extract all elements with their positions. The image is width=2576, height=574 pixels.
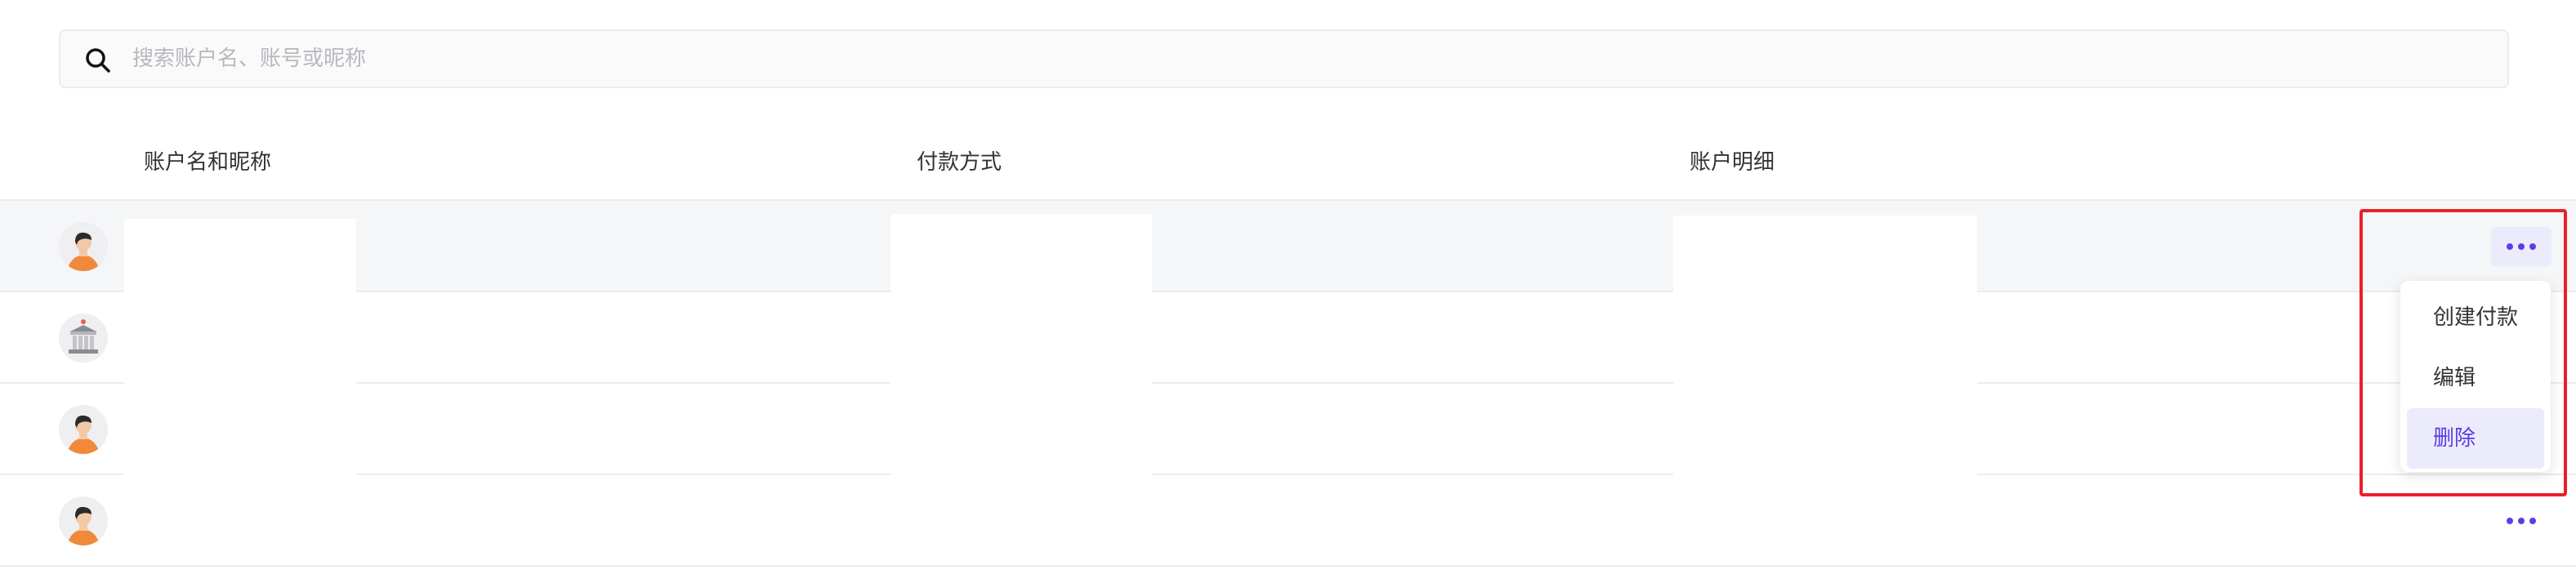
person-avatar-icon [59,405,108,454]
account-name-cell [124,384,356,475]
table-row[interactable] [0,292,2576,384]
search-bar[interactable] [59,29,2509,88]
column-header-detail: 账户明细 [1690,150,1775,175]
menu-item-edit[interactable]: 编辑 [2407,348,2544,408]
table-row[interactable] [0,201,2576,310]
more-dot [2507,243,2513,250]
more-dot [2518,518,2525,524]
payment-method-cell [891,384,1152,475]
column-header-payment: 付款方式 [917,150,1002,175]
person-avatar-icon [59,496,108,545]
more-actions-button[interactable] [2491,227,2551,266]
table-header: 账户名和昵称 付款方式 账户明细 [0,121,2576,201]
row-actions-menu: 创建付款 编辑 删除 [2400,281,2551,472]
more-dot [2529,243,2536,250]
table-row[interactable] [0,475,2576,567]
person-avatar-icon [59,222,108,271]
more-dot [2529,518,2536,524]
column-header-name: 账户名和昵称 [144,150,272,175]
search-input[interactable] [132,31,2485,87]
account-detail-cell [1673,292,1977,384]
account-name-cell [124,292,356,384]
menu-item-create-payment[interactable]: 创建付款 [2407,287,2544,348]
search-icon [83,46,113,75]
account-name-cell [124,475,356,492]
more-actions-button[interactable] [2491,501,2551,541]
bank-avatar-icon [59,314,108,363]
more-dot [2507,518,2513,524]
account-detail-cell [1673,216,1977,292]
menu-item-delete[interactable]: 删除 [2407,408,2544,469]
payment-method-cell [891,292,1152,384]
table-row[interactable] [0,384,2576,475]
account-detail-cell [1673,384,1977,475]
more-dot [2518,243,2525,250]
payment-method-cell [891,214,1152,292]
